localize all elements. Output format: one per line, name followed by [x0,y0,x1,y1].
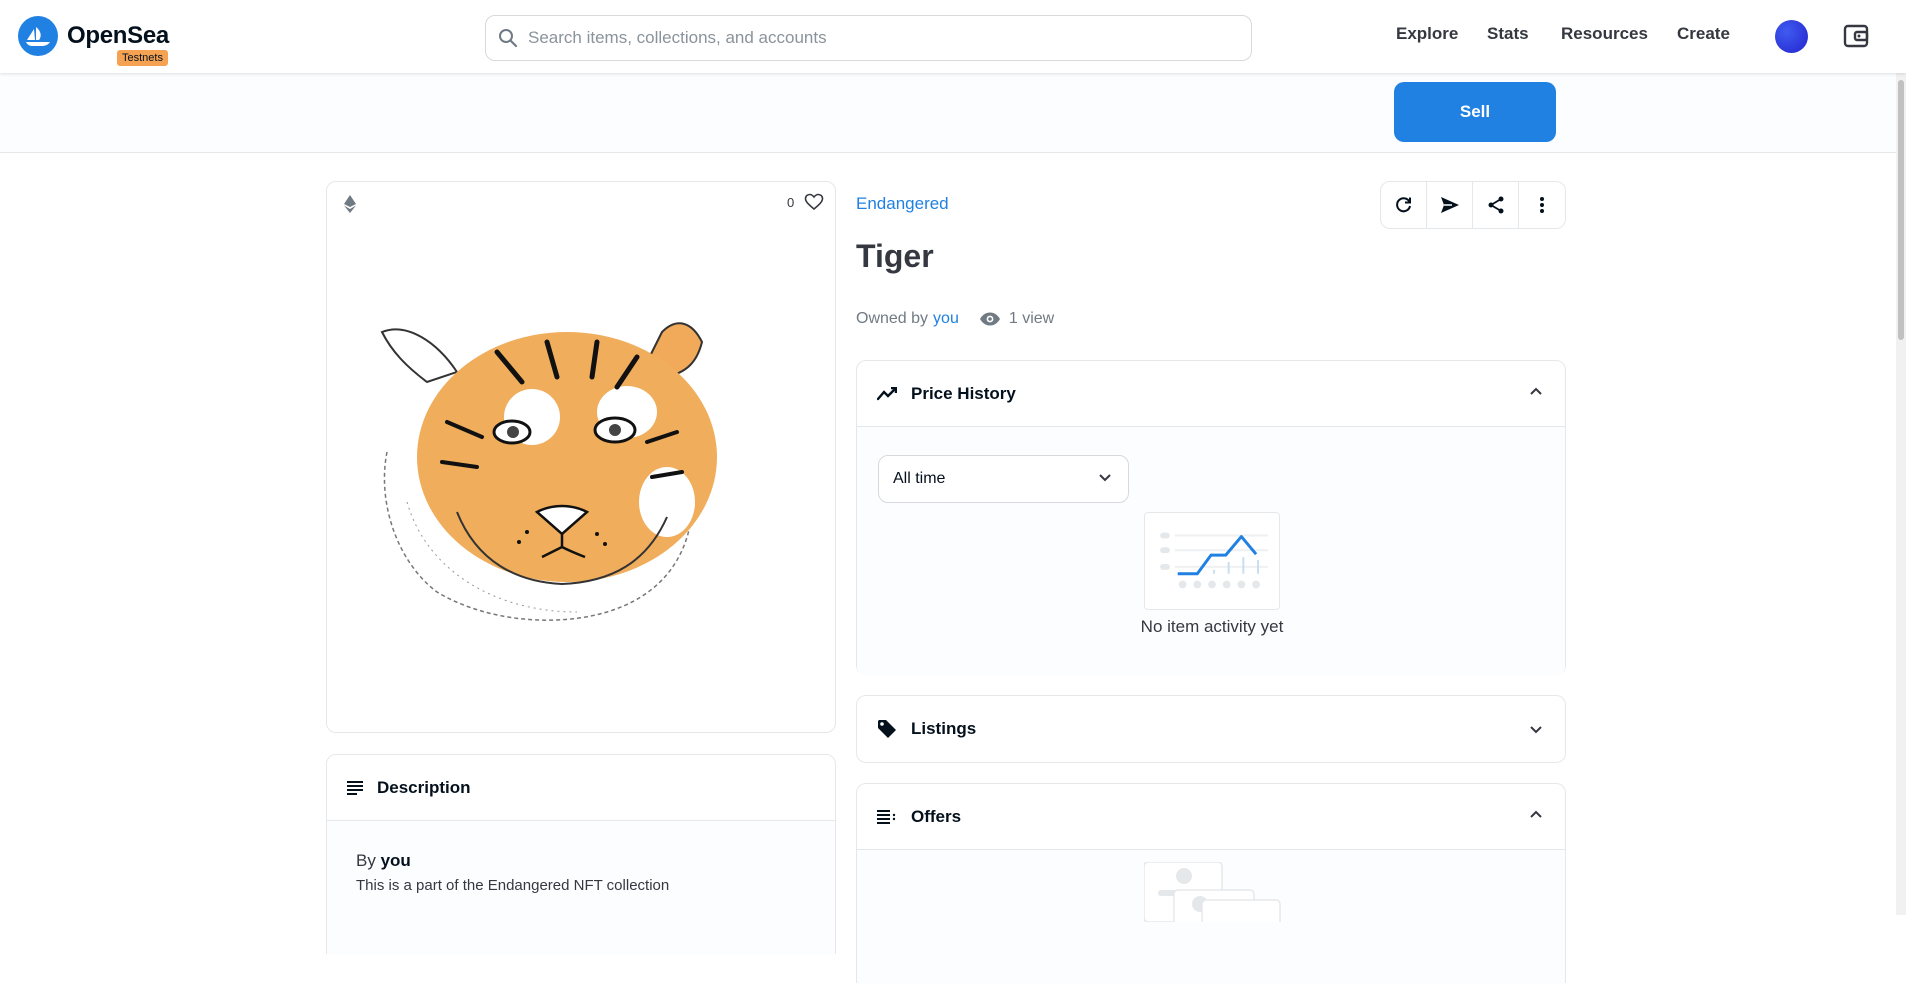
price-history-header[interactable]: Price History [857,361,1565,427]
search-bar[interactable] [485,15,1252,61]
nav-explore[interactable]: Explore [1396,24,1458,44]
text-lines-icon [347,780,363,795]
opensea-logo-icon[interactable] [18,16,58,56]
description-header[interactable]: Description [327,755,835,821]
listings-panel[interactable]: Listings [856,695,1566,763]
scrollbar-thumb[interactable] [1898,80,1904,340]
owner-action-bar [0,73,1906,153]
price-history-panel: Price History All time No item activity … [856,360,1566,676]
top-navigation-bar: OpenSea Testnets Explore Stats Resources… [0,0,1906,73]
ethereum-icon [344,195,356,213]
more-options-button[interactable] [1519,182,1565,228]
search-icon [499,29,518,48]
refresh-icon [1395,197,1411,213]
chevron-up-icon[interactable] [1529,810,1543,819]
nav-resources[interactable]: Resources [1561,24,1648,44]
share-icon [1488,196,1503,214]
listings-header[interactable]: Listings [857,696,1565,762]
wallet-icon[interactable] [1842,22,1870,50]
transfer-button[interactable] [1427,182,1473,228]
eye-icon [979,312,1000,326]
creator-name[interactable]: you [381,851,411,870]
description-text: This is a part of the Endangered NFT col… [356,877,670,894]
brand-name[interactable]: OpenSea [67,22,169,50]
view-count: 1 view [979,310,1054,328]
sell-button[interactable]: Sell [1394,82,1556,142]
listings-title: Listings [911,719,977,738]
chevron-down-icon[interactable] [1529,725,1543,734]
price-history-empty-text: No item activity yet [1140,617,1284,636]
time-range-select[interactable]: All time [878,455,1129,503]
heart-icon[interactable] [804,193,824,211]
ownership-line: Owned by you 1 view [856,310,1054,328]
item-image-card: 0 [326,181,836,733]
share-button[interactable] [1473,182,1519,228]
testnets-badge: Testnets [117,50,168,66]
owned-by-label: Owned by [856,310,929,327]
price-history-title: Price History [911,383,1016,403]
profile-avatar[interactable] [1775,20,1808,53]
search-input[interactable] [528,28,1228,48]
favorites-count: 0 [787,195,795,210]
offers-panel: Offers [856,783,1566,984]
refresh-metadata-button[interactable] [1381,182,1427,228]
creator-line: By you [356,851,806,871]
time-range-value: All time [893,470,946,487]
item-title: Tiger [856,238,934,274]
empty-offers-illustration [1144,862,1281,922]
send-icon [1440,197,1459,213]
price-history-body: All time No item activity yet [857,427,1565,676]
list-icon [877,809,896,824]
tiger-artwork[interactable] [347,272,777,652]
chevron-down-icon [1099,474,1111,482]
tag-icon [878,720,896,738]
nav-create[interactable]: Create [1677,24,1730,44]
chevron-up-icon[interactable] [1529,387,1543,396]
item-action-group [1380,181,1566,229]
by-label: By [356,851,376,870]
offers-header[interactable]: Offers [857,784,1565,850]
description-body: By you This is a part of the Endangered … [327,821,835,955]
owner-link[interactable]: you [933,310,959,328]
offers-title: Offers [911,806,962,826]
views-label: 1 view [1008,310,1055,327]
trending-line-icon [877,386,897,400]
offers-body [857,850,1565,984]
nav-stats[interactable]: Stats [1487,24,1529,44]
description-title: Description [377,777,471,797]
collection-link[interactable]: Endangered [856,194,949,214]
more-vertical-icon [1539,197,1544,213]
description-panel: Description By you This is a part of the… [326,754,836,955]
empty-chart-illustration [1144,512,1280,610]
